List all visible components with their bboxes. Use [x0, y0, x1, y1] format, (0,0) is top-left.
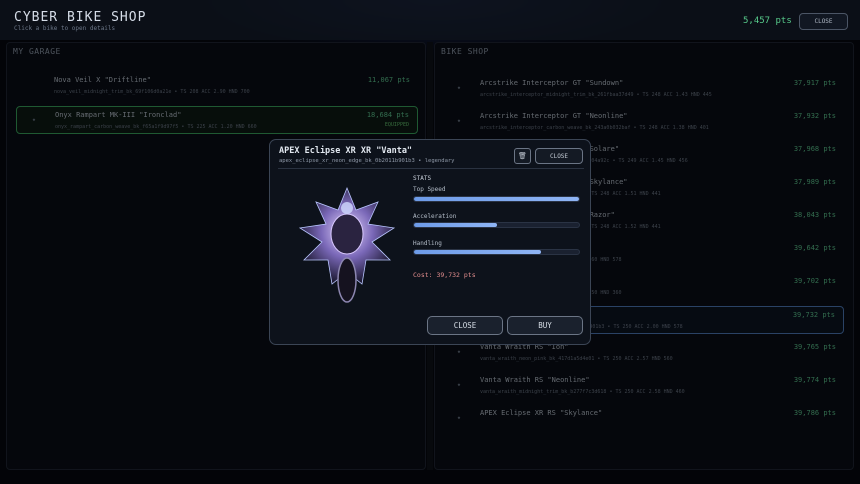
modal-close-button[interactable]: CLOSE [427, 316, 503, 335]
bike-image [298, 186, 396, 303]
stat-fill [414, 250, 542, 254]
points-balance: 5,457 pts [743, 16, 792, 26]
stat-label-acceleration: Acceleration [413, 213, 457, 220]
stat-bar-top-speed [413, 196, 580, 202]
stat-label-handling: Handling [413, 240, 442, 247]
stats-heading: STATS [413, 175, 432, 182]
trash-icon[interactable]: 🗑 [514, 148, 531, 164]
header-close-button[interactable]: CLOSE [799, 13, 848, 30]
cost-label: Cost: 39,732 pts [413, 271, 476, 279]
app-title: CYBER BIKE SHOP [14, 10, 147, 25]
modal-close-top-button[interactable]: CLOSE [535, 148, 583, 164]
app-subtitle: Click a bike to open details [14, 25, 116, 32]
stat-fill [414, 223, 497, 227]
stat-bar-acceleration [413, 222, 580, 228]
modal-subtitle: apex_eclipse_xr_neon_edge_bk_0b2011b901b… [279, 158, 455, 164]
modal-title: APEX Eclipse XR XR "Vanta" [279, 146, 413, 156]
modal-divider [278, 168, 584, 169]
buy-button[interactable]: BUY [507, 316, 583, 335]
bike-detail-modal: APEX Eclipse XR XR "Vanta" apex_eclipse_… [269, 139, 591, 345]
stat-bar-handling [413, 249, 580, 255]
app-header: CYBER BIKE SHOP Click a bike to open det… [0, 0, 860, 40]
stat-label-top-speed: Top Speed [413, 186, 446, 193]
stat-fill [414, 197, 579, 201]
